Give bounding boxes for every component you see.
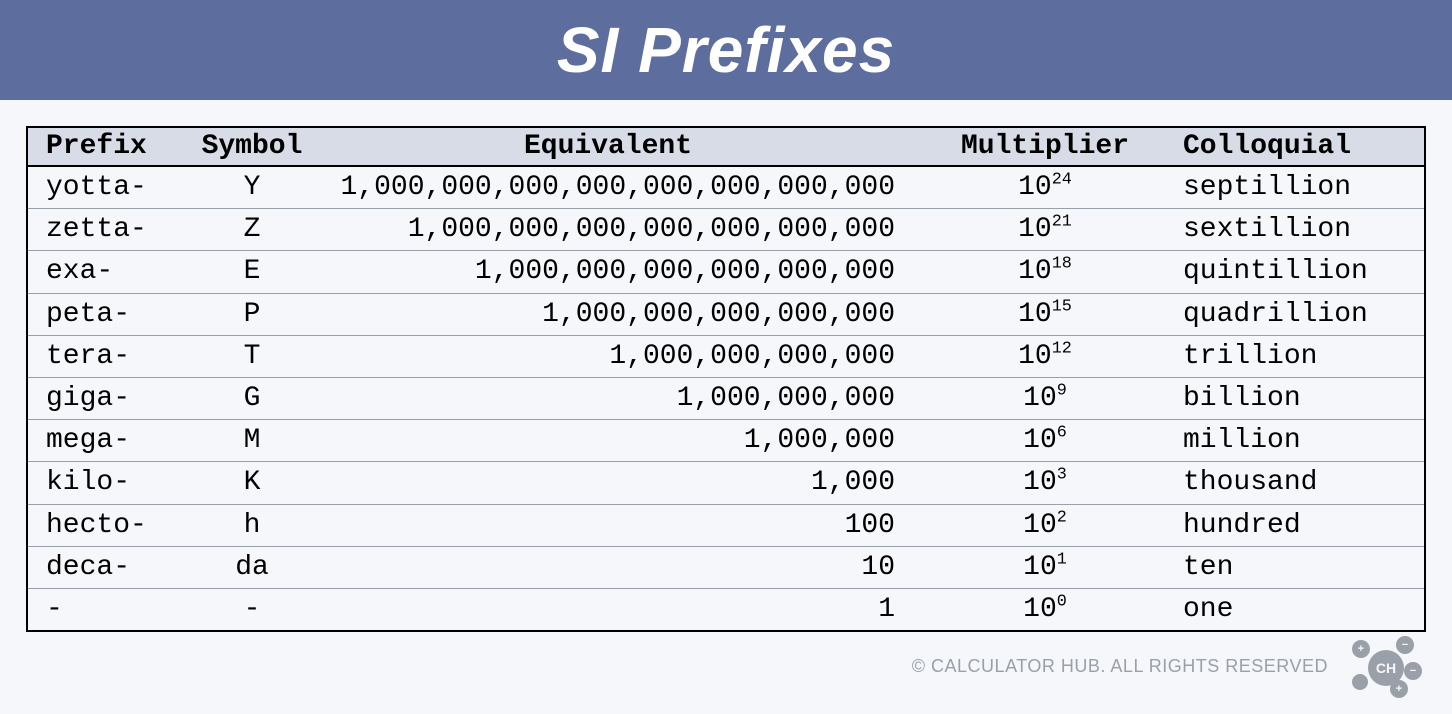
si-prefixes-table: Prefix Symbol Equivalent Multiplier Coll…	[26, 126, 1426, 632]
col-prefix: Prefix	[27, 127, 187, 166]
table-row: peta-P1,000,000,000,000,0001015quadrilli…	[27, 293, 1425, 335]
page-title: SI Prefixes	[557, 13, 895, 87]
cell-prefix: mega-	[27, 420, 187, 462]
cell-prefix: tera-	[27, 335, 187, 377]
table-row: --1100one	[27, 588, 1425, 631]
table-row: deca-da10101ten	[27, 546, 1425, 588]
cell-prefix: deca-	[27, 546, 187, 588]
table-header-row: Prefix Symbol Equivalent Multiplier Coll…	[27, 127, 1425, 166]
cell-multiplier: 102	[925, 504, 1165, 546]
col-equivalent: Equivalent	[317, 127, 925, 166]
cell-prefix: peta-	[27, 293, 187, 335]
cell-colloquial: ten	[1165, 546, 1425, 588]
cell-colloquial: one	[1165, 588, 1425, 631]
table-row: zetta-Z1,000,000,000,000,000,000,0001021…	[27, 209, 1425, 251]
cell-multiplier: 103	[925, 462, 1165, 504]
cell-symbol: M	[187, 420, 317, 462]
cell-colloquial: billion	[1165, 377, 1425, 419]
cell-colloquial: septillion	[1165, 166, 1425, 209]
cell-equivalent: 1,000,000,000,000,000	[317, 293, 925, 335]
table-row: kilo-K1,000103thousand	[27, 462, 1425, 504]
cell-symbol: da	[187, 546, 317, 588]
cell-equivalent: 10	[317, 546, 925, 588]
cell-equivalent: 1,000,000,000,000,000,000,000,000	[317, 166, 925, 209]
cell-equivalent: 1,000,000,000	[317, 377, 925, 419]
cell-multiplier: 1012	[925, 335, 1165, 377]
table-row: exa-E1,000,000,000,000,000,0001018quinti…	[27, 251, 1425, 293]
header-band: SI Prefixes	[0, 0, 1452, 100]
logo-plus-icon: +	[1352, 640, 1370, 658]
table-row: tera-T1,000,000,000,0001012trillion	[27, 335, 1425, 377]
cell-multiplier: 100	[925, 588, 1165, 631]
logo-minus-icon: −	[1404, 662, 1422, 680]
cell-colloquial: quintillion	[1165, 251, 1425, 293]
cell-multiplier: 1024	[925, 166, 1165, 209]
cell-symbol: P	[187, 293, 317, 335]
cell-multiplier: 1018	[925, 251, 1165, 293]
calculator-hub-logo-icon: CH + − − +	[1346, 636, 1424, 696]
table-container: Prefix Symbol Equivalent Multiplier Coll…	[0, 100, 1452, 632]
cell-symbol: Z	[187, 209, 317, 251]
logo-minus-icon: −	[1396, 636, 1414, 654]
cell-colloquial: quadrillion	[1165, 293, 1425, 335]
cell-equivalent: 1	[317, 588, 925, 631]
cell-prefix: -	[27, 588, 187, 631]
cell-symbol: G	[187, 377, 317, 419]
col-multiplier: Multiplier	[925, 127, 1165, 166]
cell-symbol: E	[187, 251, 317, 293]
cell-colloquial: thousand	[1165, 462, 1425, 504]
table-row: yotta-Y1,000,000,000,000,000,000,000,000…	[27, 166, 1425, 209]
cell-equivalent: 100	[317, 504, 925, 546]
table-row: mega-M1,000,000106million	[27, 420, 1425, 462]
cell-prefix: exa-	[27, 251, 187, 293]
cell-prefix: hecto-	[27, 504, 187, 546]
cell-prefix: giga-	[27, 377, 187, 419]
cell-symbol: -	[187, 588, 317, 631]
table-row: giga-G1,000,000,000109billion	[27, 377, 1425, 419]
cell-multiplier: 1021	[925, 209, 1165, 251]
cell-multiplier: 101	[925, 546, 1165, 588]
cell-multiplier: 1015	[925, 293, 1165, 335]
cell-prefix: yotta-	[27, 166, 187, 209]
cell-equivalent: 1,000,000,000,000,000,000,000	[317, 209, 925, 251]
cell-equivalent: 1,000	[317, 462, 925, 504]
logo-plus-icon: +	[1390, 680, 1408, 698]
cell-equivalent: 1,000,000,000,000,000,000	[317, 251, 925, 293]
cell-symbol: K	[187, 462, 317, 504]
footer: © CALCULATOR HUB. ALL RIGHTS RESERVED CH…	[912, 636, 1424, 696]
cell-multiplier: 109	[925, 377, 1165, 419]
cell-symbol: T	[187, 335, 317, 377]
cell-multiplier: 106	[925, 420, 1165, 462]
cell-symbol: Y	[187, 166, 317, 209]
cell-symbol: h	[187, 504, 317, 546]
cell-prefix: zetta-	[27, 209, 187, 251]
cell-equivalent: 1,000,000	[317, 420, 925, 462]
table-row: hecto-h100102hundred	[27, 504, 1425, 546]
cell-equivalent: 1,000,000,000,000	[317, 335, 925, 377]
cell-colloquial: sextillion	[1165, 209, 1425, 251]
cell-prefix: kilo-	[27, 462, 187, 504]
cell-colloquial: trillion	[1165, 335, 1425, 377]
logo-dot-icon	[1352, 674, 1368, 690]
cell-colloquial: hundred	[1165, 504, 1425, 546]
col-colloquial: Colloquial	[1165, 127, 1425, 166]
copyright-text: © CALCULATOR HUB. ALL RIGHTS RESERVED	[912, 656, 1328, 677]
col-symbol: Symbol	[187, 127, 317, 166]
cell-colloquial: million	[1165, 420, 1425, 462]
